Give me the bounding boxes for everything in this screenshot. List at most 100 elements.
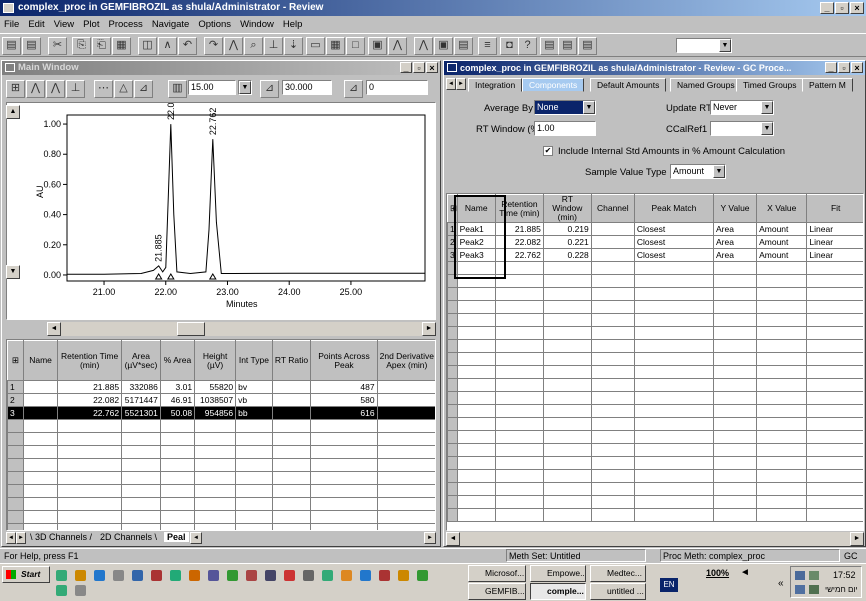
main-window-restore-button[interactable]: ▫: [413, 62, 425, 73]
peak-cell[interactable]: 487: [310, 380, 378, 394]
language-indicator[interactable]: EN: [660, 578, 678, 592]
taskbar-untitled[interactable]: untitled ...: [590, 583, 646, 600]
quick-launch-icon[interactable]: [56, 570, 67, 581]
scroll-up-icon[interactable]: ▲: [6, 105, 20, 119]
save-icon[interactable]: ▤: [22, 37, 41, 55]
peak-tool-icon[interactable]: ⋀: [26, 80, 45, 98]
table-row[interactable]: [447, 274, 863, 288]
component-cell[interactable]: Closest: [633, 248, 714, 262]
peak-cell[interactable]: [271, 393, 312, 407]
average-by-select[interactable]: None ▼: [534, 100, 596, 115]
peak-col-header[interactable]: Area (µV*sec): [121, 340, 161, 381]
peak-col-header[interactable]: 2nd Derivative Apex (min): [376, 340, 435, 381]
quick-launch-icon[interactable]: [246, 570, 257, 581]
peak-cell[interactable]: 2: [7, 393, 24, 407]
peak-col-header[interactable]: RT Ratio: [271, 340, 312, 381]
tab-prev-icon[interactable]: ◄: [446, 78, 456, 90]
peak-col-header[interactable]: Points Across Peak: [310, 340, 378, 381]
table-row[interactable]: [447, 456, 863, 470]
tab-scroll-left-icon[interactable]: ◄: [190, 532, 202, 544]
peak-cell[interactable]: [22, 393, 59, 407]
tab-timed-groups[interactable]: Timed Groups: [736, 78, 804, 92]
tray-expand-icon[interactable]: «: [778, 578, 784, 589]
table-row[interactable]: [447, 404, 863, 418]
tab-next-icon[interactable]: ►: [16, 532, 26, 544]
peak-cell[interactable]: 580: [310, 393, 378, 407]
table-row[interactable]: [447, 287, 863, 301]
keyboard-icon[interactable]: [809, 585, 819, 594]
tab-next-icon[interactable]: ►: [456, 78, 466, 90]
table-row[interactable]: 1 21.885 332086 3.01 55820 bv 487: [7, 380, 435, 394]
menu-help[interactable]: Help: [283, 19, 303, 30]
component-col-header[interactable]: Peak Match: [633, 194, 714, 223]
component-cell[interactable]: [590, 222, 635, 236]
tab-scroll-right-icon[interactable]: ►: [424, 532, 436, 544]
camera-icon[interactable]: ◘: [500, 37, 519, 55]
peak-col-header[interactable]: Height (µV): [194, 340, 237, 381]
table-row[interactable]: [7, 445, 435, 459]
tab-2d-channels[interactable]: 2D Channels \: [100, 532, 157, 542]
ccalref-select[interactable]: ▼: [710, 121, 774, 136]
peak-cell[interactable]: 46.91: [159, 393, 196, 407]
open-icon[interactable]: ▤: [2, 37, 21, 55]
method-window-restore-button[interactable]: ▫: [838, 62, 850, 73]
layout-icon[interactable]: ▭: [306, 37, 325, 55]
component-col-header[interactable]: Y Value: [712, 194, 758, 223]
full-scale-icon[interactable]: △: [114, 80, 133, 98]
component-cell[interactable]: [590, 248, 635, 262]
print-preview-icon[interactable]: ▤: [540, 37, 559, 55]
peak-cell[interactable]: 954856: [194, 406, 237, 420]
paste-icon[interactable]: ⎗: [92, 37, 111, 55]
table-row[interactable]: [7, 484, 435, 498]
monitor-icon[interactable]: [795, 585, 805, 594]
process-icon[interactable]: ▣: [434, 37, 453, 55]
close-button[interactable]: ×: [850, 2, 864, 14]
x-range-icon[interactable]: ▥: [168, 80, 187, 98]
quick-launch-icon[interactable]: [151, 570, 162, 581]
scroll-thumb[interactable]: [177, 322, 205, 336]
component-cell[interactable]: 0.228: [542, 248, 592, 262]
calibrate-icon[interactable]: ⋀: [388, 37, 407, 55]
menu-options[interactable]: Options: [198, 19, 231, 30]
component-cell[interactable]: 0.221: [542, 235, 592, 249]
component-cell[interactable]: Closest: [633, 235, 714, 249]
table-row[interactable]: [7, 419, 435, 433]
table-row[interactable]: [447, 313, 863, 327]
component-cell[interactable]: Amount: [756, 222, 808, 236]
peak-cell[interactable]: 5171447: [121, 393, 161, 407]
component-cell[interactable]: Linear: [806, 235, 863, 249]
menu-window[interactable]: Window: [240, 19, 274, 30]
tray-app-icon[interactable]: [809, 571, 819, 580]
menu-process[interactable]: Process: [108, 19, 142, 30]
peak-col-header[interactable]: % Area: [159, 340, 196, 381]
tab-components[interactable]: Components: [522, 78, 585, 92]
peak-cell[interactable]: 55820: [194, 380, 237, 394]
taskbar-microsoft[interactable]: Microsof...: [468, 565, 526, 582]
component-cell[interactable]: 0.219: [542, 222, 592, 236]
report-icon[interactable]: ▣: [368, 37, 387, 55]
quick-launch-icon[interactable]: [303, 570, 314, 581]
scroll-right-icon[interactable]: ►: [850, 532, 864, 546]
peak-cell[interactable]: 3.01: [159, 380, 196, 394]
zoom-level[interactable]: 100%: [706, 568, 729, 578]
x-start-field[interactable]: 15.00: [188, 80, 236, 95]
peak-cell[interactable]: 22.762: [57, 406, 123, 420]
grid-icon[interactable]: ▦: [326, 37, 345, 55]
table-row[interactable]: [447, 378, 863, 392]
table-row[interactable]: 3 Peak3 22.762 0.228 Closest Area Amount Linear: [447, 248, 863, 262]
toolbar-combo[interactable]: ▼: [676, 38, 732, 53]
component-col-header[interactable]: RT Window (min): [542, 194, 592, 223]
quantitate-icon[interactable]: ⋀: [414, 37, 433, 55]
rt-window-field[interactable]: 1.00: [534, 121, 596, 136]
restore-button[interactable]: ▫: [835, 2, 849, 14]
taskbar-complex[interactable]: comple...: [530, 583, 586, 600]
quick-launch-icon[interactable]: [398, 570, 409, 581]
method-window-minimize-button[interactable]: _: [825, 62, 837, 73]
peak-cell[interactable]: 3: [7, 406, 24, 420]
table-row[interactable]: [447, 469, 863, 483]
table-row[interactable]: [447, 300, 863, 314]
network-icon[interactable]: [795, 571, 805, 580]
window-icon[interactable]: □: [346, 37, 365, 55]
components-horizontal-scrollbar[interactable]: ◄ ►: [446, 532, 864, 546]
x-start-dropdown[interactable]: ▼: [238, 80, 252, 95]
